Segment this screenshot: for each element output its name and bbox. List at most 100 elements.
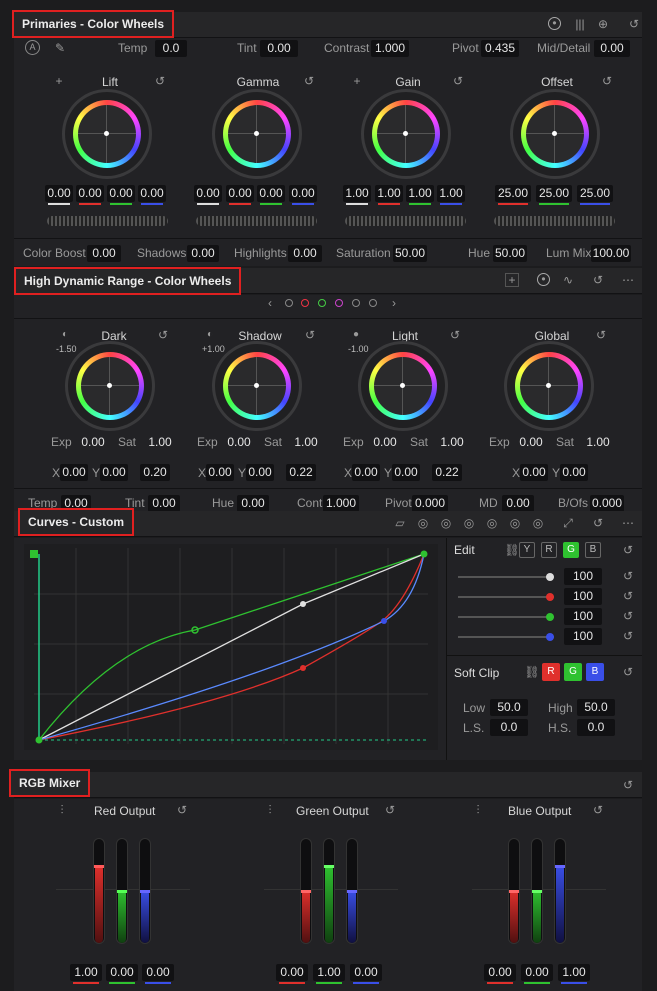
light-exp-field[interactable]: 0.00 xyxy=(370,434,400,451)
global-sat-field[interactable]: 1.00 xyxy=(582,434,614,451)
hs-field[interactable]: 0.0 xyxy=(577,719,615,736)
red-output-blue-fader[interactable] xyxy=(139,838,151,944)
shadow-falloff-field[interactable]: 0.22 xyxy=(286,464,316,481)
global-wheel[interactable] xyxy=(507,344,591,428)
more-icon[interactable]: ⋯ xyxy=(620,515,636,531)
b-intensity-field[interactable]: 100 xyxy=(564,628,602,645)
channel-y-button[interactable]: Y xyxy=(519,542,535,558)
reset-icon[interactable]: ↺ xyxy=(590,272,606,288)
clip-b-button[interactable]: B xyxy=(586,663,604,681)
offset-reset-icon[interactable]: ↺ xyxy=(599,73,615,89)
green-output-b-field[interactable]: 0.00 xyxy=(350,964,382,984)
reset-icon[interactable]: ↺ xyxy=(620,542,636,558)
reset-icon[interactable]: ↺ xyxy=(626,16,642,32)
shadow-wheel[interactable] xyxy=(215,344,299,428)
green-output-reset-icon[interactable]: ↺ xyxy=(382,802,398,818)
expand-icon[interactable]: ⤢ xyxy=(560,515,576,531)
channel-r-button[interactable]: R xyxy=(541,542,557,558)
saturation-field[interactable]: 50.00 xyxy=(393,245,427,262)
dark-reset-icon[interactable]: ↺ xyxy=(155,327,171,343)
gamma-r-field[interactable]: 0.00 xyxy=(226,185,254,205)
dot-target-icon[interactable]: • xyxy=(537,273,550,286)
shadow-zone-icon[interactable]: ◐ xyxy=(202,327,218,343)
offset-master-wheel[interactable] xyxy=(494,216,615,226)
page-prev-icon[interactable]: ‹ xyxy=(262,295,278,311)
sat-curve-icon[interactable]: ◎ xyxy=(530,515,546,531)
shadow-sat-field[interactable]: 1.00 xyxy=(290,434,322,451)
low-field[interactable]: 50.0 xyxy=(490,699,528,716)
lift-r-field[interactable]: 0.00 xyxy=(76,185,104,205)
reset-icon[interactable]: ↺ xyxy=(620,664,636,680)
gamma-master-wheel[interactable] xyxy=(196,216,317,226)
dot-target-icon[interactable]: • xyxy=(548,17,561,30)
red-output-red-fader[interactable] xyxy=(93,838,105,944)
crosshair-icon[interactable]: + xyxy=(349,73,365,89)
hdr-hue-field[interactable]: 0.00 xyxy=(237,495,269,512)
reset-icon[interactable]: ↺ xyxy=(620,608,636,624)
light-x-field[interactable]: 0.00 xyxy=(352,464,380,481)
dark-y-field[interactable]: 0.00 xyxy=(100,464,128,481)
dark-sat-field[interactable]: 1.00 xyxy=(144,434,176,451)
reset-icon[interactable]: ↺ xyxy=(590,515,606,531)
hdr-tint-field[interactable]: 0.00 xyxy=(148,495,180,512)
light-zone-icon[interactable]: ● xyxy=(348,327,364,343)
hue-curve-icon[interactable]: ◎ xyxy=(438,515,454,531)
lift-wheel[interactable] xyxy=(65,92,149,176)
bars-icon[interactable]: ||| xyxy=(572,16,588,32)
lum-curve-icon[interactable]: ◎ xyxy=(484,515,500,531)
page-dot[interactable] xyxy=(318,299,326,307)
global-y-field[interactable]: 0.00 xyxy=(560,464,588,481)
blue-output-reset-icon[interactable]: ↺ xyxy=(590,802,606,818)
y-intensity-field[interactable]: 100 xyxy=(564,568,602,585)
shadow-exp-field[interactable]: 0.00 xyxy=(224,434,254,451)
red-output-r-field[interactable]: 1.00 xyxy=(70,964,102,984)
gamma-g-field[interactable]: 0.00 xyxy=(257,185,285,205)
green-output-g-field[interactable]: 1.00 xyxy=(313,964,345,984)
channel-b-button[interactable]: B xyxy=(585,542,601,558)
lum-mix-field[interactable]: 100.00 xyxy=(591,245,631,262)
eyedropper-icon[interactable]: ✎ xyxy=(52,40,68,56)
gain-g-field[interactable]: 1.00 xyxy=(406,185,434,205)
add-zone-icon[interactable]: + xyxy=(505,273,519,287)
reset-icon[interactable]: ↺ xyxy=(620,777,636,793)
blue-output-green-fader[interactable] xyxy=(531,838,543,944)
temp-field[interactable]: 0.0 xyxy=(155,40,187,57)
blue-output-g-field[interactable]: 0.00 xyxy=(521,964,553,984)
offset-wheel[interactable] xyxy=(513,92,597,176)
shadow-y-field[interactable]: 0.00 xyxy=(246,464,274,481)
auto-balance-button[interactable]: A xyxy=(25,40,40,55)
y-intensity-slider[interactable] xyxy=(458,573,554,581)
light-y-field[interactable]: 0.00 xyxy=(392,464,420,481)
gain-wheel[interactable] xyxy=(364,92,448,176)
page-dot[interactable] xyxy=(352,299,360,307)
light-falloff-field[interactable]: 0.22 xyxy=(432,464,462,481)
link-icon[interactable]: ⛓ xyxy=(504,542,520,558)
reset-icon[interactable]: ↺ xyxy=(620,588,636,604)
global-reset-icon[interactable]: ↺ xyxy=(593,327,609,343)
link-icon[interactable]: ⛓ xyxy=(524,664,540,680)
page-dot[interactable] xyxy=(335,299,343,307)
dark-x-field[interactable]: 0.00 xyxy=(60,464,88,481)
gain-y-field[interactable]: 1.00 xyxy=(343,185,371,205)
lift-master-wheel[interactable] xyxy=(47,216,168,226)
b-intensity-slider[interactable] xyxy=(458,633,554,641)
page-dot[interactable] xyxy=(301,299,309,307)
dark-zone-icon[interactable]: ◐ xyxy=(57,327,73,343)
crosshair-icon[interactable]: + xyxy=(51,73,67,89)
shadows-field[interactable]: 0.00 xyxy=(187,245,219,262)
global-exp-field[interactable]: 0.00 xyxy=(516,434,546,451)
contrast-field[interactable]: 1.000 xyxy=(371,40,409,57)
g-intensity-field[interactable]: 100 xyxy=(564,608,602,625)
sat-curve-icon[interactable]: ◎ xyxy=(507,515,523,531)
gain-r-field[interactable]: 1.00 xyxy=(375,185,403,205)
color-boost-field[interactable]: 0.00 xyxy=(87,245,121,262)
reset-icon[interactable]: ↺ xyxy=(620,568,636,584)
gamma-reset-icon[interactable]: ↺ xyxy=(301,73,317,89)
lift-y-field[interactable]: 0.00 xyxy=(45,185,73,205)
mid-detail-field[interactable]: 0.00 xyxy=(594,40,630,57)
dark-exp-field[interactable]: 0.00 xyxy=(78,434,108,451)
red-output-g-field[interactable]: 0.00 xyxy=(106,964,138,984)
blue-output-b-field[interactable]: 1.00 xyxy=(558,964,590,984)
hdr-cont-field[interactable]: 1.000 xyxy=(323,495,359,512)
gamma-wheel[interactable] xyxy=(215,92,299,176)
